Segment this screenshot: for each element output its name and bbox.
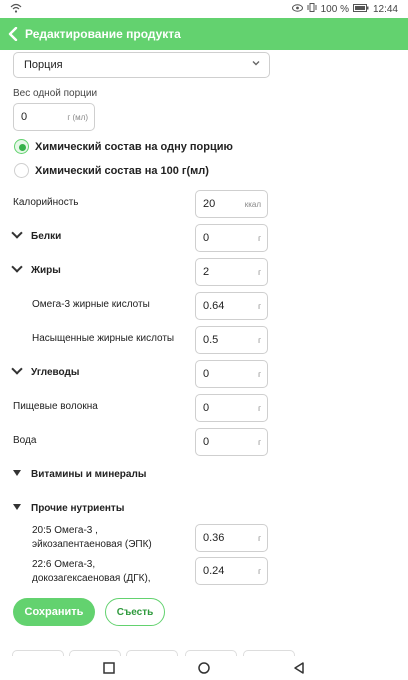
- dha-label-line1: 22:6 Омега-3,: [32, 559, 96, 570]
- water-unit: г: [258, 438, 261, 447]
- vitamins-section-label: Витамины и минералы: [31, 469, 147, 480]
- proteins-label: Белки: [31, 231, 62, 242]
- calories-input[interactable]: 20 ккал: [195, 190, 268, 218]
- triangle-down-icon: [13, 504, 21, 510]
- omega3-unit: г: [258, 302, 261, 311]
- saturated-input[interactable]: 0.5 г: [195, 326, 268, 354]
- wifi-icon: [10, 3, 22, 16]
- fats-value: 2: [203, 266, 210, 278]
- epa-label: 20:5 Омега-3 , эйкозапентаеновая (ЭПК): [32, 524, 152, 552]
- saturated-unit: г: [258, 336, 261, 345]
- other-nutrients-label: Прочие нутриенты: [31, 503, 125, 514]
- proteins-input[interactable]: 0 г: [195, 224, 268, 252]
- epa-label-line1: 20:5 Омега-3 ,: [32, 525, 98, 536]
- epa-unit: г: [258, 534, 261, 543]
- product-edit-form: Порция Вес одной порции 0 г (мл) Химичес…: [0, 50, 408, 640]
- saturated-value: 0.5: [203, 334, 219, 346]
- fiber-input[interactable]: 0 г: [195, 394, 268, 422]
- water-value: 0: [203, 436, 210, 448]
- dha-input[interactable]: 0.24 г: [195, 557, 268, 585]
- clock: 12:44: [372, 3, 398, 15]
- serving-type-value: Порция: [24, 59, 63, 71]
- serving-weight-input[interactable]: 0 г (мл): [13, 103, 95, 131]
- water-label: Вода: [13, 435, 37, 446]
- carbs-label: Углеводы: [31, 367, 80, 378]
- back-triangle-icon[interactable]: [292, 661, 306, 675]
- home-icon[interactable]: [197, 661, 211, 675]
- system-nav-bar: [0, 656, 408, 680]
- calories-value: 20: [203, 198, 216, 210]
- carbs-input[interactable]: 0 г: [195, 360, 268, 388]
- radio-per-serving[interactable]: Химический состав на одну порцию: [14, 139, 233, 154]
- serving-weight-value: 0: [21, 111, 28, 123]
- radio-unselected-icon: [14, 163, 29, 178]
- radio-per-100g-label: Химический состав на 100 г(мл): [35, 164, 209, 177]
- fats-toggle[interactable]: Жиры: [11, 261, 61, 276]
- battery-percent: 100 %: [320, 3, 349, 15]
- triangle-down-icon: [13, 470, 21, 476]
- fiber-unit: г: [258, 404, 261, 413]
- epa-value: 0.36: [203, 532, 225, 544]
- omega3-label: Омега-3 жирные кислоты: [32, 299, 150, 310]
- serving-weight-unit: г (мл): [67, 113, 88, 122]
- epa-label-line2: эйкозапентаеновая (ЭПК): [32, 539, 152, 550]
- eye-icon: [291, 3, 303, 15]
- proteins-toggle[interactable]: Белки: [11, 227, 62, 242]
- save-button[interactable]: Сохранить: [13, 598, 95, 626]
- omega3-input[interactable]: 0.64 г: [195, 292, 268, 320]
- fiber-label: Пищевые волокна: [13, 401, 98, 412]
- chevron-down-icon: [251, 58, 261, 71]
- dha-label-line2: докозагексаеновая (ДГК),: [32, 573, 151, 584]
- fats-label: Жиры: [31, 265, 61, 276]
- radio-per-serving-label: Химический состав на одну порцию: [35, 140, 233, 153]
- status-bar: 100 % 12:44: [0, 0, 408, 18]
- fiber-value: 0: [203, 402, 210, 414]
- carbs-unit: г: [258, 370, 261, 379]
- vitamins-section-toggle[interactable]: Витамины и минералы: [13, 469, 146, 480]
- fats-input[interactable]: 2 г: [195, 258, 268, 286]
- calories-unit: ккал: [244, 200, 261, 209]
- saturated-label: Насыщенные жирные кислоты: [32, 333, 175, 344]
- dha-value: 0.24: [203, 565, 225, 577]
- omega3-value: 0.64: [203, 300, 225, 312]
- page-title: Редактирование продукта: [25, 27, 181, 41]
- recents-icon[interactable]: [102, 661, 116, 675]
- other-nutrients-toggle[interactable]: Прочие нутриенты: [13, 503, 124, 514]
- dha-unit: г: [258, 567, 261, 576]
- water-input[interactable]: 0 г: [195, 428, 268, 456]
- chevron-down-icon: [11, 261, 23, 273]
- fats-unit: г: [258, 268, 261, 277]
- battery-icon: [352, 3, 369, 15]
- serving-type-select[interactable]: Порция: [13, 52, 270, 78]
- vibrate-icon: [307, 3, 317, 15]
- radio-selected-icon: [14, 139, 29, 154]
- back-arrow-icon[interactable]: [4, 18, 22, 50]
- eat-button[interactable]: Съесть: [105, 598, 165, 626]
- serving-weight-label: Вес одной порции: [13, 88, 98, 99]
- carbs-value: 0: [203, 368, 210, 380]
- proteins-value: 0: [203, 232, 210, 244]
- app-bar: Редактирование продукта: [0, 18, 408, 50]
- dha-label: 22:6 Омега-3, докозагексаеновая (ДГК),: [32, 558, 151, 586]
- chevron-down-icon: [11, 227, 23, 239]
- carbs-toggle[interactable]: Углеводы: [11, 363, 80, 378]
- chevron-down-icon: [11, 363, 23, 375]
- proteins-unit: г: [258, 234, 261, 243]
- radio-per-100g[interactable]: Химический состав на 100 г(мл): [14, 163, 209, 178]
- epa-input[interactable]: 0.36 г: [195, 524, 268, 552]
- calories-label: Калорийность: [13, 197, 79, 208]
